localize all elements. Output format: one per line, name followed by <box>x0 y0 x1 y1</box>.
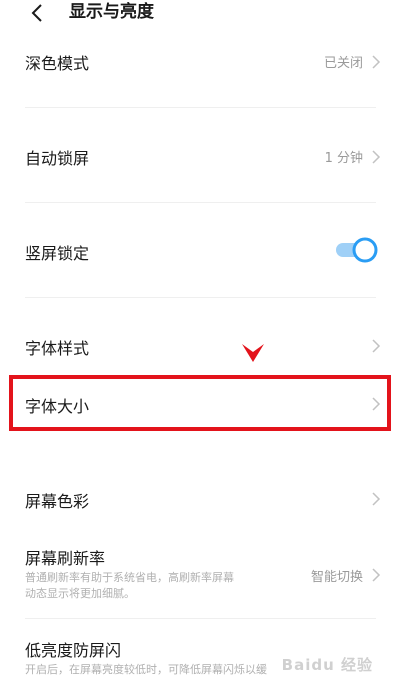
dark-mode-value: 已关闭 <box>323 56 363 71</box>
top-bar: 显示与亮度 <box>0 0 401 28</box>
auto-lock-label: 自动锁屏 <box>25 149 90 168</box>
page-title: 显示与亮度 <box>69 2 154 22</box>
portrait-lock-toggle[interactable] <box>333 235 379 265</box>
screen-color-label: 屏幕色彩 <box>25 492 90 511</box>
divider <box>25 297 376 298</box>
setting-dark-mode[interactable]: 深色模式 已关闭 <box>0 40 401 84</box>
highlight-box <box>9 375 391 431</box>
dark-mode-label: 深色模式 <box>25 54 90 73</box>
back-arrow-icon[interactable] <box>28 2 48 24</box>
chevron-right-icon <box>372 568 381 582</box>
divider <box>25 202 376 203</box>
divider <box>25 618 376 619</box>
font-style-label: 字体样式 <box>25 339 90 358</box>
watermark: Baidu 经验 <box>281 656 373 674</box>
refresh-rate-label: 屏幕刷新率 <box>25 549 106 568</box>
low-brightness-flicker-description: 开启后，在屏幕亮度较低时，可降低屏幕闪烁以缓 <box>25 663 267 676</box>
red-arrow-marker <box>242 344 264 362</box>
chevron-right-icon <box>372 492 381 506</box>
refresh-rate-description-1: 普通刷新率有助于系统省电，高刷新率屏幕 <box>25 571 234 584</box>
chevron-right-icon <box>372 150 381 164</box>
divider <box>25 107 376 108</box>
refresh-rate-value: 智能切换 <box>310 570 363 585</box>
setting-refresh-rate[interactable]: 屏幕刷新率 普通刷新率有助于系统省电，高刷新率屏幕 动态显示将更加细腻。 智能切… <box>0 540 401 610</box>
auto-lock-value: 1 分钟 <box>324 151 363 166</box>
setting-font-style[interactable]: 字体样式 <box>0 325 401 369</box>
low-brightness-flicker-label: 低亮度防屏闪 <box>25 641 122 660</box>
portrait-lock-label: 竖屏锁定 <box>25 244 90 263</box>
setting-portrait-lock[interactable]: 竖屏锁定 <box>0 229 401 273</box>
chevron-right-icon <box>372 55 381 69</box>
setting-auto-lock[interactable]: 自动锁屏 1 分钟 <box>0 134 401 178</box>
chevron-right-icon <box>372 339 381 353</box>
refresh-rate-description-2: 动态显示将更加细腻。 <box>25 587 135 600</box>
setting-screen-color[interactable]: 屏幕色彩 <box>0 478 401 522</box>
